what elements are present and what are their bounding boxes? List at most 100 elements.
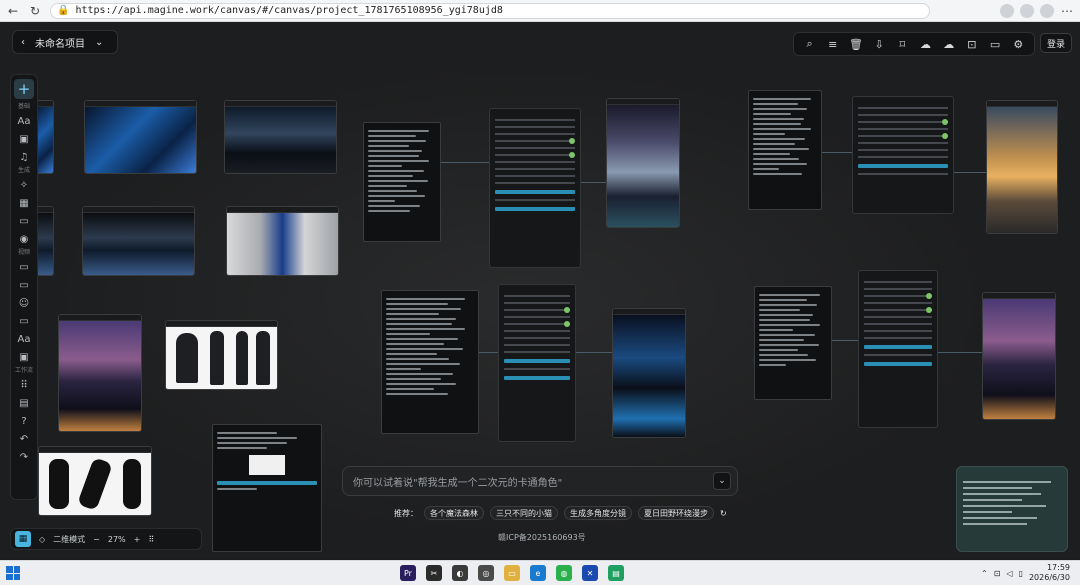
minimap[interactable] xyxy=(956,466,1068,552)
lock-icon: 🔒 xyxy=(57,5,70,16)
edge-browser-icon[interactable]: e xyxy=(530,565,546,581)
connection-wire xyxy=(576,352,612,353)
image-node[interactable] xyxy=(606,98,680,228)
app-icon[interactable]: ◐ xyxy=(452,565,468,581)
app-icon[interactable]: ▤ xyxy=(608,565,624,581)
capcut-app-icon[interactable]: ✂ xyxy=(426,565,442,581)
login-button[interactable]: 登录 xyxy=(1040,33,1072,53)
image-node[interactable] xyxy=(224,100,337,174)
generation-settings-panel[interactable] xyxy=(858,270,938,428)
browser-toolbar: ← ↻ 🔒 https://api.magine.work/canvas/#/c… xyxy=(0,0,1080,22)
export-icon[interactable]: ⊡ xyxy=(965,37,979,51)
refresh-icon[interactable]: ↻ xyxy=(720,509,727,518)
list-icon[interactable]: ≡ xyxy=(826,37,840,51)
audio-icon[interactable]: ♫ xyxy=(16,149,32,165)
suggestion-chip[interactable]: 生成多角度分镜 xyxy=(564,506,632,520)
camera-icon[interactable]: ◉ xyxy=(16,231,32,247)
suggest-label: 推荐： xyxy=(394,508,418,518)
add-node-button[interactable]: + xyxy=(14,79,34,99)
bookmark-icon[interactable]: ⌑ xyxy=(895,37,909,51)
image-node[interactable] xyxy=(82,206,195,276)
back-icon[interactable]: ← xyxy=(6,4,20,18)
clock-date: 2026/6/30 xyxy=(1028,573,1070,582)
trash-icon[interactable]: 🗑 xyxy=(849,37,863,51)
help-icon[interactable]: ? xyxy=(16,413,32,429)
image-node[interactable] xyxy=(982,292,1056,420)
image-node[interactable] xyxy=(84,100,197,174)
zoom-in-button[interactable]: + xyxy=(134,535,141,544)
folder-icon[interactable]: ▭ xyxy=(988,37,1002,51)
image-node[interactable] xyxy=(612,308,686,438)
workflow-node[interactable] xyxy=(212,424,322,552)
suggestion-chip[interactable]: 三只不同的小猫 xyxy=(490,506,558,520)
windows-start-icon[interactable] xyxy=(6,566,20,580)
file-explorer-icon[interactable]: ▭ xyxy=(504,565,520,581)
text-prompt-node[interactable] xyxy=(363,122,441,242)
profile-avatar[interactable] xyxy=(1040,3,1054,18)
network-icon[interactable]: ⊡ xyxy=(994,569,1001,578)
wechat-icon[interactable]: ◍ xyxy=(556,565,572,581)
sidebar-section-workflow: 工作流 xyxy=(14,367,33,374)
favorites-icon[interactable] xyxy=(1020,3,1034,18)
volume-icon[interactable]: ◁ xyxy=(1006,569,1012,578)
fit-view-icon[interactable]: ⠿ xyxy=(148,535,154,544)
image-node[interactable] xyxy=(58,314,142,432)
chevron-up-icon[interactable]: ⌃ xyxy=(981,569,988,578)
back-icon[interactable]: ‹ xyxy=(21,37,25,48)
connection-wire xyxy=(822,152,852,153)
workflow-canvas[interactable]: ‹ 未命名项目 ⌄ ⌕ ≡ 🗑 ⇩ ⌑ ☁ ☁ ⊡ ▭ ⚙ 登录 + 基础 Aa… xyxy=(0,22,1080,558)
suggestion-chip[interactable]: 夏日田野环绕漫步 xyxy=(638,506,714,520)
generation-settings-panel[interactable] xyxy=(498,284,576,442)
download-icon[interactable]: ⇩ xyxy=(872,37,886,51)
video-icon[interactable]: ▭ xyxy=(16,277,32,293)
sparkle-icon[interactable]: ✧ xyxy=(16,177,32,193)
suggestion-chip[interactable]: 各个魔法森林 xyxy=(424,506,484,520)
undo-icon[interactable]: ↶ xyxy=(16,431,32,447)
image-node[interactable] xyxy=(165,320,278,390)
pointer-icon[interactable]: ◇ xyxy=(39,535,45,544)
more-menu-icon[interactable]: ⋯ xyxy=(1060,4,1074,18)
settings-icon[interactable]: ⚙ xyxy=(1011,37,1025,51)
address-bar[interactable]: 🔒 https://api.magine.work/canvas/#/canva… xyxy=(50,2,930,19)
text-icon[interactable]: Aa xyxy=(16,331,32,347)
app-icon[interactable]: ✕ xyxy=(582,565,598,581)
premiere-app-icon[interactable]: Pr xyxy=(400,565,416,581)
grid-mode-icon[interactable]: ▦ xyxy=(15,531,31,547)
system-clock[interactable]: 17:59 2026/6/30 xyxy=(1029,563,1070,583)
text-prompt-node[interactable] xyxy=(748,90,822,210)
zoom-out-button[interactable]: − xyxy=(93,535,100,544)
refresh-icon[interactable]: ↻ xyxy=(28,4,42,18)
cloud-upload-icon[interactable]: ☁ xyxy=(919,37,933,51)
generation-settings-panel[interactable] xyxy=(852,96,954,214)
search-icon[interactable]: ⌕ xyxy=(803,37,817,51)
redo-icon[interactable]: ↷ xyxy=(16,449,32,465)
text-icon[interactable]: Aa xyxy=(16,113,32,129)
apps-icon[interactable]: ⠿ xyxy=(16,377,32,393)
view-mode-label[interactable]: 二维模式 xyxy=(53,534,85,545)
people-icon[interactable]: ☺ xyxy=(16,295,32,311)
project-selector[interactable]: ‹ 未命名项目 ⌄ xyxy=(12,30,118,54)
zoom-bar: ▦ ◇ 二维模式 − 27% + ⠿ xyxy=(10,528,202,550)
image-icon[interactable]: ▣ xyxy=(16,131,32,147)
text-prompt-node[interactable] xyxy=(381,290,479,434)
canvas-toolbar: ⌕ ≡ 🗑 ⇩ ⌑ ☁ ☁ ⊡ ▭ ⚙ xyxy=(793,32,1035,56)
connection-wire xyxy=(580,182,606,183)
chat-input[interactable]: 你可以试着说"帮我生成一个二次元的卡通角色" ⌄ xyxy=(342,466,738,496)
cloud-sync-icon[interactable]: ☁ xyxy=(942,37,956,51)
chevron-down-icon[interactable]: ⌄ xyxy=(713,472,731,490)
app-icon[interactable]: ◎ xyxy=(478,565,494,581)
frame-icon[interactable]: ▦ xyxy=(16,195,32,211)
film-icon[interactable]: ▭ xyxy=(16,313,32,329)
icp-license[interactable]: 赣ICP备2025160693号 xyxy=(498,532,586,543)
image-edit-icon[interactable]: ▣ xyxy=(16,349,32,365)
image-node[interactable] xyxy=(38,446,152,516)
extensions-icon[interactable] xyxy=(1000,3,1014,18)
image-node[interactable] xyxy=(226,206,339,276)
save-icon[interactable]: ▤ xyxy=(16,395,32,411)
text-prompt-node[interactable] xyxy=(754,286,832,400)
generation-settings-panel[interactable] xyxy=(489,108,581,268)
video-camera-icon[interactable]: ▭ xyxy=(16,259,32,275)
video-icon[interactable]: ▭ xyxy=(16,213,32,229)
image-node[interactable] xyxy=(986,100,1058,234)
battery-icon[interactable]: ▯ xyxy=(1019,569,1023,578)
